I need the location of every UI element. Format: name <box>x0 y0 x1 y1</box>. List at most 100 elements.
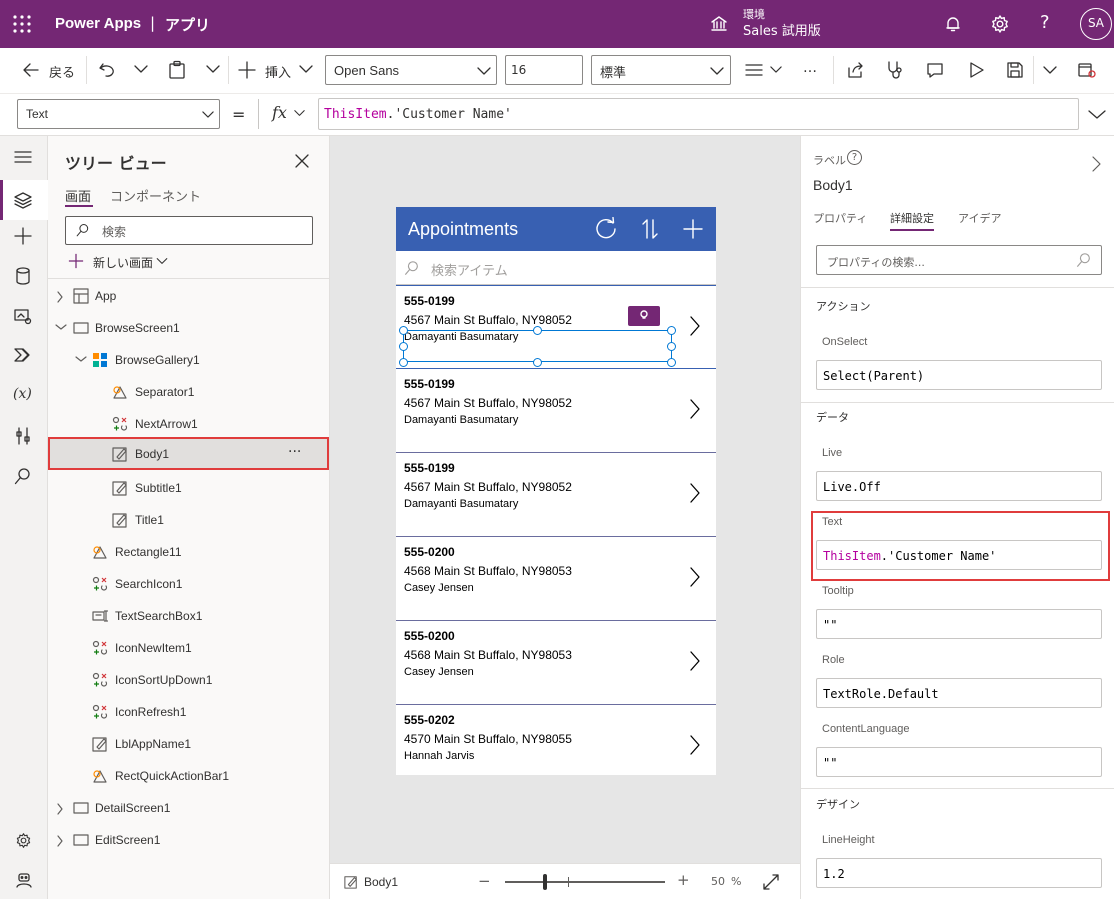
tab-advanced[interactable]: 詳細設定 <box>890 210 934 226</box>
align-icon[interactable] <box>745 63 763 77</box>
add-icon[interactable] <box>683 219 703 239</box>
tooltip-field[interactable]: "" <box>816 609 1102 639</box>
resize-handle[interactable] <box>399 342 408 351</box>
tree-node-title1[interactable]: Title1 <box>48 504 330 536</box>
chevron-down-icon[interactable] <box>1043 65 1057 75</box>
zoom-in-button[interactable]: + <box>677 871 690 889</box>
resize-handle[interactable] <box>667 342 676 351</box>
property-search-input[interactable]: プロパティの検索... <box>816 245 1102 275</box>
gallery-item[interactable]: 555-0202 4570 Main St Buffalo, NY98055 H… <box>396 705 716 775</box>
content-language-field[interactable]: "" <box>816 747 1102 777</box>
back-arrow-icon[interactable] <box>22 62 40 78</box>
property-select[interactable]: Text <box>17 99 220 129</box>
formula-input[interactable]: ThisItem.'Customer Name' <box>318 98 1079 130</box>
preview-play-icon[interactable] <box>967 61 985 79</box>
app-search-box[interactable]: 検索アイテム <box>396 251 716 285</box>
tree-node-rectangle11[interactable]: Rectangle11 <box>48 536 330 568</box>
fx-button[interactable]: fx <box>272 103 287 122</box>
tab-properties[interactable]: プロパティ <box>813 210 867 226</box>
environment-icon[interactable] <box>710 15 728 33</box>
tree-node-iconrefresh1[interactable]: IconRefresh1 <box>48 696 330 728</box>
tree-node-separator1[interactable]: Separator1 <box>48 376 330 408</box>
data-icon[interactable] <box>15 267 31 285</box>
gallery-item[interactable]: 555-0199 4567 Main St Buffalo, NY98052 D… <box>396 453 716 537</box>
tree-node-browsegallery1[interactable]: BrowseGallery1 <box>48 344 330 376</box>
advanced-tools-icon[interactable] <box>15 427 31 445</box>
save-icon[interactable] <box>1006 61 1024 79</box>
tree-node-nextarrow1[interactable]: NextArrow1 <box>48 408 330 440</box>
tab-screens[interactable]: 画面 <box>65 186 91 205</box>
text-field[interactable]: ThisItem.'Customer Name' <box>816 540 1102 570</box>
variables-icon[interactable]: (𝑥) <box>13 386 32 402</box>
chevron-down-icon[interactable] <box>134 64 148 74</box>
resize-handle[interactable] <box>667 326 676 335</box>
font-family-select[interactable]: Open Sans <box>325 55 497 85</box>
environment-name[interactable]: Sales 試用版 <box>743 20 821 39</box>
tree-node-body1[interactable]: Body1 ··· <box>48 437 329 470</box>
tree-node-searchicon1[interactable]: SearchIcon1 <box>48 568 330 600</box>
expand-formula-icon[interactable] <box>1088 109 1106 120</box>
zoom-slider[interactable] <box>505 881 665 883</box>
publish-icon[interactable] <box>1077 61 1097 79</box>
search-icon[interactable] <box>14 467 32 485</box>
resize-handle[interactable] <box>399 326 408 335</box>
chevron-down-icon[interactable] <box>156 257 168 265</box>
gallery-item[interactable]: 555-0199 4567 Main St Buffalo, NY98052 D… <box>396 369 716 453</box>
next-arrow-icon[interactable] <box>689 482 701 504</box>
gallery-item[interactable]: 555-0200 4568 Main St Buffalo, NY98053 C… <box>396 537 716 621</box>
plus-icon[interactable] <box>238 61 256 79</box>
undo-icon[interactable] <box>98 61 116 79</box>
help-icon[interactable]: ? <box>1040 12 1050 33</box>
tree-node-editscreen1[interactable]: EditScreen1 <box>48 824 330 856</box>
font-weight-select[interactable]: 標準 <box>591 55 731 85</box>
zoom-slider-thumb[interactable] <box>543 874 547 890</box>
back-button[interactable]: 戻る <box>49 62 75 81</box>
app-checker-icon[interactable] <box>886 60 904 80</box>
power-automate-icon[interactable] <box>14 347 32 363</box>
info-icon[interactable]: ? <box>847 150 862 165</box>
notifications-icon[interactable] <box>943 14 963 34</box>
close-icon[interactable] <box>295 154 309 168</box>
tree-node-lblappname1[interactable]: LblAppName1 <box>48 728 330 760</box>
avatar[interactable]: SA <box>1080 8 1112 40</box>
live-field[interactable]: Live.Off <box>816 471 1102 501</box>
next-arrow-icon[interactable] <box>689 398 701 420</box>
chevron-down-icon[interactable] <box>770 65 782 74</box>
settings-icon[interactable] <box>990 14 1010 34</box>
tree-node-browsescreen1[interactable]: BrowseScreen1 <box>48 312 330 344</box>
resize-handle[interactable] <box>533 358 542 367</box>
role-field[interactable]: TextRole.Default <box>816 678 1102 708</box>
zoom-out-button[interactable]: − <box>478 872 491 890</box>
chevron-down-icon[interactable] <box>294 109 305 117</box>
tree-node-app[interactable]: App <box>48 280 330 312</box>
gallery-item[interactable]: 555-0199 4567 Main St Buffalo, NY98052 D… <box>396 285 716 369</box>
tree-node-iconsortupdown1[interactable]: IconSortUpDown1 <box>48 664 330 696</box>
tree-node-rectquickactionbar1[interactable]: RectQuickActionBar1 <box>48 760 330 792</box>
tree-node-subtitle1[interactable]: Subtitle1 <box>48 472 330 504</box>
product-name[interactable]: Power Apps <box>55 15 141 32</box>
selected-control-name[interactable]: Body1 <box>364 875 398 889</box>
resize-handle[interactable] <box>533 326 542 335</box>
comments-icon[interactable] <box>926 61 944 79</box>
ideas-lightbulb-button[interactable] <box>628 306 660 326</box>
font-size-input[interactable]: 16 <box>505 55 583 85</box>
resize-handle[interactable] <box>399 358 408 367</box>
tree-view-tab[interactable] <box>0 180 48 220</box>
app-launcher-icon[interactable] <box>12 14 32 34</box>
fit-to-window-icon[interactable] <box>763 874 779 890</box>
next-arrow-icon[interactable] <box>689 315 701 337</box>
virtual-agent-icon[interactable] <box>15 871 33 889</box>
next-arrow-icon[interactable] <box>689 566 701 588</box>
insert-icon[interactable] <box>14 227 32 245</box>
refresh-icon[interactable] <box>594 217 618 241</box>
more-commands-button[interactable]: … <box>803 60 817 76</box>
sort-icon[interactable] <box>642 218 658 240</box>
insert-button[interactable]: 挿入 <box>265 62 291 81</box>
gallery-item[interactable]: 555-0200 4568 Main St Buffalo, NY98053 C… <box>396 621 716 705</box>
lineheight-field[interactable]: 1.2 <box>816 858 1102 888</box>
next-arrow-icon[interactable] <box>689 734 701 756</box>
media-icon[interactable] <box>14 307 32 325</box>
onselect-field[interactable]: Select(Parent) <box>816 360 1102 390</box>
settings-icon[interactable] <box>15 832 32 849</box>
tab-components[interactable]: コンポーネント <box>110 186 201 205</box>
